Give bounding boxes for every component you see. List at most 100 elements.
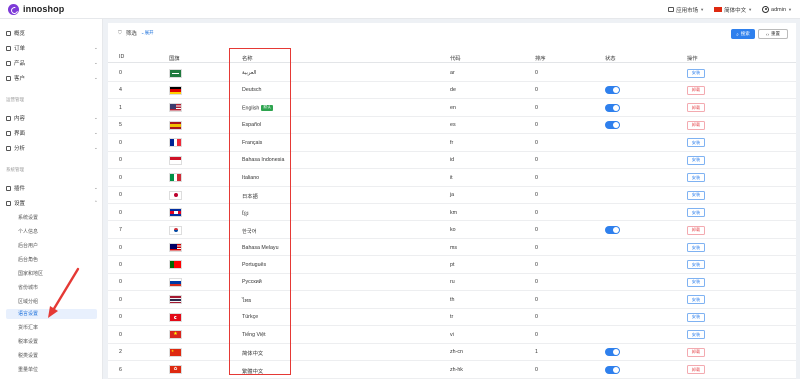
status-toggle[interactable] bbox=[605, 86, 620, 95]
install-button[interactable]: 安装 bbox=[687, 190, 705, 200]
flag-vi-icon: ★ bbox=[169, 330, 182, 340]
settings-sub-admin-roles[interactable]: 后台角色 bbox=[18, 256, 38, 263]
flag-part bbox=[174, 261, 181, 269]
flag-part bbox=[170, 174, 181, 182]
install-button[interactable]: 安装 bbox=[687, 208, 705, 218]
install-button[interactable]: 安装 bbox=[687, 68, 705, 78]
filter-bar: ⛉ 筛选 ⌄展开 bbox=[118, 29, 154, 37]
settings-sub-tax-rates[interactable]: 税率设置 bbox=[18, 338, 38, 345]
table-row: 0 ★ Tiếng Việt vi 0 安装 bbox=[108, 326, 796, 344]
sidebar-item-products[interactable]: 产品 ⌄ bbox=[6, 59, 98, 67]
install-button[interactable]: 安装 bbox=[687, 243, 705, 252]
settings-sub-currencies[interactable]: 货币汇率 bbox=[18, 324, 38, 331]
search-button[interactable]: ⌕ 搜索 bbox=[731, 29, 755, 39]
cell-sort: 0 bbox=[535, 139, 538, 146]
table-row: 0 Bahasa Indonesia id 0 安装 bbox=[108, 152, 796, 170]
cell-code: es bbox=[450, 122, 456, 129]
sidebar-item-plugins[interactable]: 插件 ⌄ bbox=[6, 184, 98, 192]
cell-code: fr bbox=[450, 139, 454, 146]
cell-id: 6 bbox=[119, 366, 122, 373]
cell-code: pt bbox=[450, 261, 455, 268]
sidebar-item-design[interactable]: 界面 ⌄ bbox=[6, 129, 98, 137]
status-toggle[interactable] bbox=[605, 348, 620, 357]
settings-sub-states[interactable]: 省份城市 bbox=[18, 284, 38, 291]
uninstall-button[interactable]: 卸载 bbox=[687, 365, 705, 375]
flag-part: ✿ bbox=[170, 366, 181, 374]
install-button[interactable]: 安装 bbox=[687, 155, 705, 165]
sidebar-item-content[interactable]: 内容 ⌄ bbox=[6, 114, 98, 122]
uninstall-button[interactable]: 卸载 bbox=[687, 103, 705, 113]
status-toggle[interactable] bbox=[605, 365, 620, 374]
cell-id: 0 bbox=[119, 174, 122, 181]
cell-id: 5 bbox=[119, 122, 122, 129]
cell-code: km bbox=[450, 209, 458, 216]
flag-part bbox=[170, 226, 181, 234]
product-icon bbox=[6, 60, 11, 66]
flag-icon bbox=[714, 7, 723, 12]
uninstall-button[interactable]: 卸载 bbox=[687, 225, 705, 235]
install-button[interactable]: 安装 bbox=[687, 312, 705, 322]
sidebar-item-settings[interactable]: 设置 ⌃ bbox=[6, 199, 98, 207]
status-toggle[interactable] bbox=[605, 121, 620, 130]
cell-id: 0 bbox=[119, 139, 122, 146]
search-icon: ⌕ bbox=[736, 31, 739, 37]
cell-code: vi bbox=[450, 331, 454, 338]
settings-sub-profile[interactable]: 个人信息 bbox=[18, 228, 38, 235]
status-toggle[interactable] bbox=[605, 226, 620, 235]
settings-sub-regions[interactable]: 区域分组 bbox=[18, 298, 38, 305]
table-row: 0 Português pt 0 安装 bbox=[108, 256, 796, 274]
user-label: admin bbox=[771, 6, 787, 13]
user-icon bbox=[762, 6, 770, 13]
flag-part bbox=[170, 191, 181, 199]
settings-sub-tax-classes[interactable]: 税类设置 bbox=[18, 352, 38, 359]
filter-label: 筛选 bbox=[125, 31, 137, 37]
settings-sub-admin-users[interactable]: 后台用户 bbox=[18, 242, 38, 249]
chevron-down-icon: ⌄ bbox=[94, 75, 98, 80]
user-menu[interactable]: admin ▼ bbox=[762, 6, 792, 13]
sidebar-item-label: 分析 bbox=[14, 146, 26, 152]
cell-id: 0 bbox=[119, 296, 122, 303]
logo[interactable]: innoshop bbox=[8, 3, 64, 15]
order-icon bbox=[6, 45, 11, 51]
cell-id: 0 bbox=[119, 209, 122, 216]
sidebar-item-analytics[interactable]: 分析 ⌄ bbox=[6, 144, 98, 152]
uninstall-button[interactable]: 卸载 bbox=[687, 85, 705, 95]
install-button[interactable]: 安装 bbox=[687, 295, 705, 305]
cell-code: th bbox=[450, 296, 455, 303]
sidebar-item-label: 内容 bbox=[14, 116, 26, 122]
install-button[interactable]: 安装 bbox=[687, 260, 705, 270]
reset-icon: ‹› bbox=[766, 31, 769, 37]
install-button[interactable]: 安装 bbox=[687, 138, 705, 148]
chevron-down-icon: ⌄ bbox=[94, 145, 98, 150]
annotation-arrow-icon bbox=[48, 267, 80, 318]
status-toggle[interactable] bbox=[605, 103, 620, 112]
col-flag: 国旗 bbox=[169, 56, 180, 62]
uninstall-button[interactable]: 卸载 bbox=[687, 347, 705, 357]
cell-code: ru bbox=[450, 279, 455, 286]
sidebar-item-dashboard[interactable]: 概览 bbox=[6, 29, 25, 37]
expand-filter-link[interactable]: ⌄展开 bbox=[141, 30, 154, 36]
language-menu[interactable]: 简体中文 ▼ bbox=[714, 6, 752, 14]
flag-zh-hk-icon: ✿ bbox=[169, 365, 182, 375]
settings-sub-countries[interactable]: 国家和地区 bbox=[18, 270, 43, 277]
chevron-down-icon: ▼ bbox=[748, 7, 753, 12]
cell-code: ko bbox=[450, 227, 456, 234]
uninstall-button[interactable]: 卸载 bbox=[687, 120, 705, 130]
app-store-menu[interactable]: 应用市场 ▼ bbox=[668, 6, 704, 14]
chevron-down-icon: ⌄ bbox=[94, 60, 98, 65]
reset-button[interactable]: ‹› 重置 bbox=[758, 29, 788, 39]
flag-part bbox=[170, 283, 181, 286]
home-icon bbox=[6, 30, 11, 36]
settings-sub-weight-units[interactable]: 重量单位 bbox=[18, 366, 38, 373]
install-button[interactable]: 安装 bbox=[687, 330, 705, 340]
table-row: 0 Русский ru 0 安装 bbox=[108, 274, 796, 292]
install-button[interactable]: 安装 bbox=[687, 277, 705, 287]
flag-part bbox=[177, 174, 181, 182]
sidebar-item-customers[interactable]: 客户 ⌄ bbox=[6, 74, 98, 82]
settings-sub-system[interactable]: 系统设置 bbox=[18, 214, 38, 221]
cell-sort: 0 bbox=[535, 157, 538, 164]
install-button[interactable]: 安装 bbox=[687, 173, 705, 183]
cell-code: zh-hk bbox=[450, 366, 463, 373]
table-row: 0 日本語 ja 0 安装 bbox=[108, 187, 796, 205]
sidebar-item-orders[interactable]: 订单 ⌄ bbox=[6, 44, 98, 52]
